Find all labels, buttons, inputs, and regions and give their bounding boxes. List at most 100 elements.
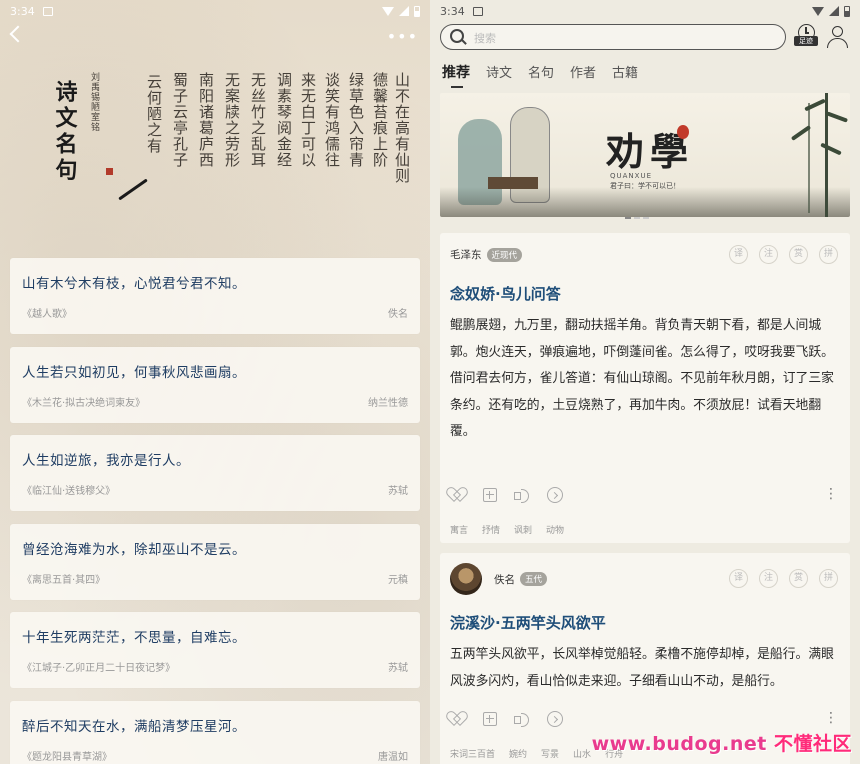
watermark-cn: 不懂社区	[773, 733, 852, 755]
quote-card[interactable]: 十年生死两茫茫，不思量，自难忘。 《江城子·乙卯正月二十日夜记梦》 苏轼	[10, 612, 420, 688]
annotate-button[interactable]: 注	[759, 245, 778, 264]
hero-caption: 君子曰：学不可以已！	[610, 182, 680, 190]
watermark: www.budog.net 不懂社区	[592, 729, 852, 756]
carousel-dot[interactable]	[625, 217, 631, 219]
poem-stanza: 借问君去何方，雀儿答道：有仙山琼阁。不见前年秋月朗，订了三家条约。还有吃的，土豆…	[450, 371, 834, 439]
poem-body: 五两竿头风欲平，长风举棹觉船轻。柔橹不施停却棹，是船行。满眼风波多闪灼，看山恰似…	[450, 642, 840, 695]
pinyin-button[interactable]: 拼	[819, 569, 838, 588]
play-icon[interactable]	[547, 711, 563, 727]
quote-author: 纳兰性德	[368, 397, 408, 409]
add-collection-icon[interactable]	[483, 712, 497, 726]
quote-source: 《木兰花·拟古决绝词柬友》	[22, 397, 146, 409]
translate-button[interactable]: 译	[729, 569, 748, 588]
watermark-url: www.budog.net	[591, 733, 767, 755]
wifi-icon	[382, 6, 394, 16]
user-head	[832, 26, 843, 37]
poem-title[interactable]: 念奴娇·鸟儿问答	[450, 283, 561, 304]
tab-quotes[interactable]: 名句	[528, 62, 554, 88]
tag[interactable]: 抒情	[482, 523, 500, 536]
era-badge: 五代	[520, 572, 548, 586]
quote-source: 《越人歌》	[22, 309, 72, 320]
poem-toolbar	[450, 711, 563, 727]
tag[interactable]: 婉约	[509, 747, 527, 760]
poem-stanza: 鲲鹏展翅，九万里，翻动扶摇羊角。背负青天朝下看，都是人间城郭。炮火连天，弹痕遍地…	[450, 318, 834, 360]
quote-card[interactable]: 山有木兮木有枝，心悦君兮君不知。 《越人歌》 佚名	[10, 258, 420, 334]
hero-subtitle: QUANXUE	[610, 172, 652, 180]
carousel-dots	[625, 217, 649, 219]
brush-icon	[118, 178, 148, 201]
poem-body: 鲲鹏展翅，九万里，翻动扶摇羊角。背负青天朝下看，都是人间城郭。炮火连天，弹痕遍地…	[450, 313, 840, 446]
tag[interactable]: 动物	[546, 523, 564, 536]
calligraphy-column: 山不在高有仙则	[393, 72, 411, 184]
quote-source: 《江城子·乙卯正月二十日夜记梦》	[22, 663, 176, 674]
status-bar: 3:34	[0, 0, 430, 22]
quote-text: 山有木兮木有枝，心悦君兮君不知。	[22, 276, 246, 292]
quote-card[interactable]: 人生若只如初见，何事秋风悲画扇。 《木兰花·拟古决绝词柬友》 纳兰性德	[10, 346, 420, 423]
quote-card[interactable]: 醉后不知天在水，满船清梦压星河。 《题龙阳县青草湖》 唐温如	[10, 700, 420, 764]
footprint-label: 足迹	[794, 36, 818, 46]
more-vertical-icon[interactable]: ⋮	[824, 487, 838, 501]
tab-recommend[interactable]: 推荐	[442, 62, 470, 88]
tag[interactable]: 山水	[573, 747, 591, 760]
user-body	[827, 38, 848, 48]
heart-icon[interactable]	[450, 712, 466, 726]
tag[interactable]: 写景	[541, 747, 559, 760]
more-vertical-icon[interactable]: ⋮	[824, 711, 838, 725]
tab-classics[interactable]: 古籍	[612, 62, 638, 88]
search-input[interactable]: 搜索	[440, 24, 786, 50]
quote-card[interactable]: 曾经沧海难为水，除却巫山不是云。 《离思五首·其四》 元稹	[10, 523, 420, 600]
poem-title[interactable]: 浣溪沙·五两竿头风欲平	[450, 612, 606, 633]
wifi-icon	[812, 6, 824, 16]
tab-authors[interactable]: 作者	[570, 62, 596, 88]
bamboo-leaf	[825, 111, 849, 123]
quote-source: 《题龙阳县青草湖》	[22, 751, 112, 763]
speaker-icon[interactable]	[514, 712, 530, 727]
search-icon	[450, 29, 464, 43]
calligraphy-column: 无丝竹之乱耳	[249, 72, 267, 168]
translate-button[interactable]: 译	[729, 245, 748, 264]
status-bar: 3:34	[430, 0, 860, 22]
category-tabs: 推荐 诗文 名句 作者 古籍	[442, 62, 638, 88]
appreciate-button[interactable]: 赏	[789, 245, 808, 264]
hero-banner[interactable]: 劝學 QUANXUE 君子曰：学不可以已！	[440, 93, 850, 217]
calligraphy-column: 南阳诸葛庐西	[197, 72, 215, 168]
tag[interactable]: 讽刺	[514, 523, 532, 536]
poem-author[interactable]: 毛泽东	[450, 247, 482, 262]
image-notification-icon	[472, 6, 483, 16]
quote-source: 《离思五首·其四》	[22, 574, 106, 586]
tag[interactable]: 寓言	[450, 523, 468, 536]
quote-text: 曾经沧海难为水，除却巫山不是云。	[22, 541, 246, 558]
back-arrow-icon[interactable]	[9, 25, 27, 43]
bamboo-stalk	[808, 103, 810, 213]
avatar[interactable]	[450, 563, 482, 595]
tag[interactable]: 宋词三百首	[450, 747, 495, 760]
poem-author[interactable]: 佚名	[494, 572, 515, 587]
bamboo-leaf	[820, 142, 842, 156]
quote-author: 元稹	[388, 574, 408, 586]
heart-icon[interactable]	[450, 488, 466, 502]
annotate-button[interactable]: 注	[759, 569, 778, 588]
carousel-dot[interactable]	[634, 217, 640, 219]
quote-card[interactable]: 人生如逆旅，我亦是行人。 《临江仙·送钱穆父》 苏轼	[10, 435, 420, 511]
add-collection-icon[interactable]	[483, 488, 497, 502]
poem-author-row: 毛泽东 近现代	[450, 247, 523, 262]
pinyin-button[interactable]: 拼	[819, 245, 838, 264]
hero-seal	[677, 125, 689, 139]
tab-poems[interactable]: 诗文	[486, 62, 512, 88]
appreciate-button[interactable]: 赏	[789, 569, 808, 588]
footprint-button[interactable]: 足迹	[794, 24, 818, 50]
play-icon[interactable]	[547, 487, 563, 503]
more-dots-icon[interactable]: •••	[387, 27, 418, 46]
poem-card[interactable]: 毛泽东 近现代 译 注 赏 拼 念奴娇·鸟儿问答 鲲鹏展翅，九万里，翻动扶摇羊角…	[440, 233, 850, 543]
user-icon[interactable]	[826, 26, 850, 50]
top-nav: •••	[8, 25, 420, 48]
calligraphy-column: 蜀子云亭孔子	[171, 72, 189, 168]
calligraphy-column: 谈笑有鸿儒往	[323, 72, 341, 168]
carousel-dot[interactable]	[643, 217, 649, 219]
speaker-icon[interactable]	[514, 488, 530, 503]
search-placeholder: 搜索	[474, 32, 496, 45]
calligraphy-column: 来无白丁可以	[299, 72, 317, 168]
status-time: 3:34	[10, 4, 35, 18]
calligraphy-column: 绿草色入帘青	[347, 72, 365, 168]
bamboo-leaf	[804, 98, 826, 112]
